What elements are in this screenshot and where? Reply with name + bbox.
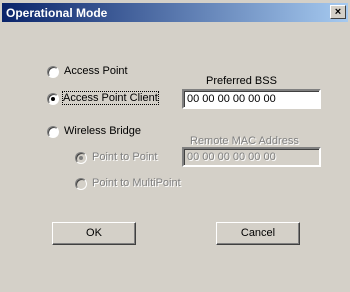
point-to-multipoint-label[interactable]: Point to MultiPoint	[92, 177, 181, 189]
point-to-point-label[interactable]: Point to Point	[92, 151, 157, 163]
preferred-bss-caption: Preferred BSS	[206, 75, 277, 87]
title-bar[interactable]: Operational Mode ×	[2, 3, 348, 22]
preferred-bss-input[interactable]: 00 00 00 00 00 00	[182, 89, 321, 109]
access-point-radio[interactable]	[47, 66, 59, 78]
access-point-label[interactable]: Access Point	[64, 65, 128, 77]
close-button[interactable]: ×	[330, 5, 346, 19]
cancel-button[interactable]: Cancel	[216, 222, 300, 245]
ok-button[interactable]: OK	[52, 222, 136, 245]
radio-selected-dot	[79, 156, 83, 160]
operational-mode-dialog: Operational Mode × Access Point Access P…	[0, 0, 350, 292]
point-to-multipoint-radio[interactable]	[75, 178, 87, 190]
wireless-bridge-label[interactable]: Wireless Bridge	[64, 125, 141, 137]
point-to-point-radio[interactable]	[75, 152, 87, 164]
access-point-client-radio[interactable]	[47, 93, 59, 105]
remote-mac-caption: Remote MAC Address	[190, 135, 299, 147]
window-title: Operational Mode	[6, 6, 108, 20]
radio-selected-dot	[51, 97, 55, 101]
wireless-bridge-radio[interactable]	[47, 126, 59, 138]
remote-mac-input[interactable]: 00 00 00 00 00 00	[182, 147, 321, 167]
access-point-client-label[interactable]: Access Point Client	[62, 91, 159, 105]
